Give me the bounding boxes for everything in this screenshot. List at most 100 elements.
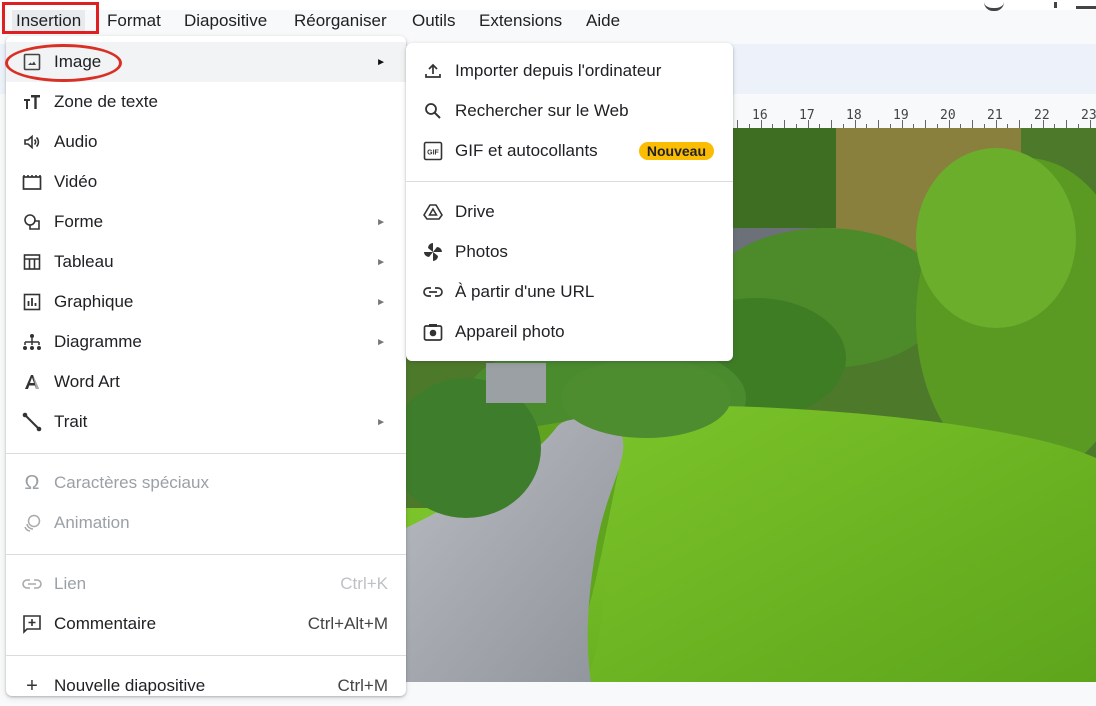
menu-separator — [6, 655, 406, 656]
ruler-tick — [948, 120, 950, 128]
submenu-item-gif[interactable]: GIF GIF et autocollants Nouveau — [406, 131, 733, 171]
menu-item-tableau[interactable]: Tableau ► — [6, 242, 406, 282]
menu-reorganiser[interactable]: Réorganiser — [294, 10, 387, 32]
ruler-tick — [1019, 120, 1020, 128]
submenu-arrow-icon: ► — [376, 256, 386, 268]
submenu-item-drive[interactable]: Drive — [406, 192, 733, 232]
ruler-tick — [1066, 120, 1067, 128]
search-icon — [422, 100, 444, 122]
menu-item-word-art[interactable]: Word Art — [6, 362, 406, 402]
ruler-tick — [831, 120, 832, 128]
submenu-item-label: Photos — [455, 242, 508, 261]
chart-icon — [21, 291, 43, 313]
menu-outils[interactable]: Outils — [412, 10, 455, 32]
menu-item-nouvelle-diapositive[interactable]: + Nouvelle diapositive Ctrl+M — [6, 666, 406, 706]
menu-item-label: Forme — [54, 212, 104, 231]
submenu-separator — [406, 181, 733, 182]
submenu-item-rechercher-web[interactable]: Rechercher sur le Web — [406, 91, 733, 131]
submenu-item-label: À partir d'une URL — [455, 282, 595, 301]
menu-item-label: Trait — [54, 412, 88, 431]
menu-item-label: Caractères spéciaux — [54, 473, 209, 492]
upload-icon — [422, 60, 444, 82]
ruler-tick — [1089, 120, 1091, 128]
menu-item-label: Vidéo — [54, 172, 98, 191]
comment-add-icon — [21, 613, 43, 635]
submenu-item-label: Appareil photo — [455, 322, 565, 341]
menu-item-commentaire[interactable]: Commentaire Ctrl+Alt+M — [6, 604, 406, 644]
link-icon — [422, 281, 444, 303]
menu-item-label: Lien — [54, 574, 87, 593]
menu-item-label: Graphique — [54, 292, 134, 311]
submenu-item-label: Rechercher sur le Web — [455, 101, 629, 120]
submenu-item-label: Importer depuis l'ordinateur — [455, 61, 662, 80]
ruler-tick — [854, 120, 856, 128]
submenu-item-importer[interactable]: Importer depuis l'ordinateur — [406, 51, 733, 91]
plus-icon: + — [26, 674, 38, 697]
menu-item-animation[interactable]: Animation — [6, 503, 406, 543]
shape-icon — [21, 211, 43, 233]
insert-menu: Image ► Zone de texte Audio Vidéo Forme … — [6, 36, 406, 697]
shortcut-label: Ctrl+Alt+M — [307, 614, 388, 633]
submenu-item-photos[interactable]: Photos — [406, 232, 733, 272]
menu-item-label: Audio — [54, 132, 98, 151]
menu-item-audio[interactable]: Audio — [6, 122, 406, 162]
menu-item-video[interactable]: Vidéo — [6, 162, 406, 202]
menu-separator — [6, 453, 406, 454]
menu-item-label: Nouvelle diapositive — [54, 676, 206, 695]
word-art-icon — [21, 371, 43, 393]
ruler-label: 23 — [1081, 108, 1096, 123]
shortcut-label: Ctrl+K — [340, 574, 388, 593]
submenu-item-url[interactable]: À partir d'une URL — [406, 272, 733, 312]
svg-text:GIF: GIF — [427, 150, 439, 157]
audio-icon — [21, 131, 43, 153]
ruler-tick — [1042, 120, 1044, 128]
submenu-item-appareil-photo[interactable]: Appareil photo — [406, 312, 733, 352]
history-icon[interactable] — [984, 2, 1004, 11]
menu-item-trait[interactable]: Trait ► — [6, 402, 406, 442]
text-box-icon — [21, 91, 43, 113]
menu-extensions[interactable]: Extensions — [479, 10, 562, 32]
annotation-highlight-box — [2, 2, 99, 34]
photos-icon — [422, 241, 444, 263]
table-icon — [21, 251, 43, 273]
menu-item-lien[interactable]: Lien Ctrl+K — [6, 564, 406, 604]
new-badge: Nouveau — [638, 142, 714, 160]
ruler-tick — [972, 120, 973, 128]
menu-item-label: Diagramme — [54, 332, 142, 351]
submenu-arrow-icon: ► — [376, 56, 386, 68]
menu-item-image[interactable]: Image ► — [6, 42, 406, 82]
submenu-arrow-icon: ► — [376, 296, 386, 308]
link-icon — [21, 573, 43, 595]
menu-diapositive[interactable]: Diapositive — [184, 10, 267, 32]
ruler-tick — [807, 120, 809, 128]
horizontal-ruler: 16 17 18 19 20 21 22 23 — [730, 94, 1096, 128]
submenu-arrow-icon: ► — [376, 416, 386, 428]
menu-item-forme[interactable]: Forme ► — [6, 202, 406, 242]
comments-icon[interactable] — [1054, 2, 1057, 8]
menu-aide[interactable]: Aide — [586, 10, 620, 32]
omega-icon: Ω — [24, 471, 40, 494]
menu-item-label: Tableau — [54, 252, 114, 271]
animation-icon — [21, 512, 43, 534]
menu-item-label: Image — [54, 52, 102, 71]
diagram-icon — [21, 331, 43, 353]
menu-item-caracteres-speciaux[interactable]: Ω Caractères spéciaux — [6, 463, 406, 503]
video-icon — [21, 171, 43, 193]
ruler-tick — [760, 120, 762, 128]
ruler-tick — [901, 120, 903, 128]
menu-item-graphique[interactable]: Graphique ► — [6, 282, 406, 322]
menubar: Insertion Format Diapositive Réorganiser… — [0, 0, 1096, 40]
menu-separator — [6, 554, 406, 555]
camera-icon — [422, 321, 444, 343]
menu-format[interactable]: Format — [107, 10, 161, 32]
submenu-item-label: Drive — [455, 202, 495, 221]
top-right-toolbar — [936, 0, 1096, 12]
menu-item-zone-de-texte[interactable]: Zone de texte — [6, 82, 406, 122]
present-icon[interactable] — [1076, 6, 1096, 9]
menu-item-label: Word Art — [54, 372, 120, 391]
menu-item-label: Commentaire — [54, 614, 157, 633]
ruler-tick — [925, 120, 926, 128]
line-icon — [21, 411, 43, 433]
image-submenu: Importer depuis l'ordinateur Rechercher … — [406, 43, 733, 361]
menu-item-diagramme[interactable]: Diagramme ► — [6, 322, 406, 362]
